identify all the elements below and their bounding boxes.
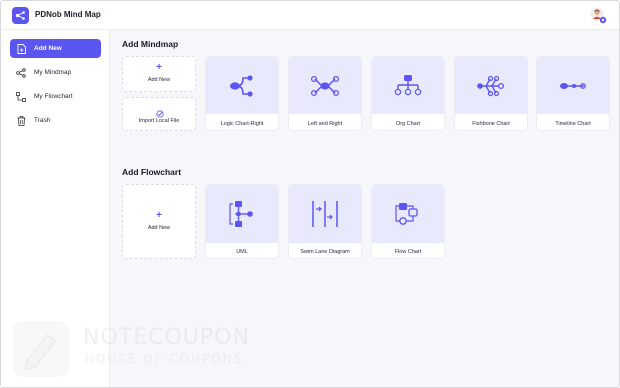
template-label: Timeline Chart	[555, 121, 591, 127]
swim-lane-icon	[312, 201, 338, 227]
template-thumbnail	[289, 185, 361, 243]
template-thumbnail	[372, 57, 444, 114]
sidebar-item-label: Add New	[34, 45, 62, 52]
template-label: Fishbone Chart	[472, 121, 510, 127]
section-title-mindmap: Add Mindmap	[122, 39, 179, 49]
sidebar-item-my-flowchart[interactable]: My Flowchart	[10, 87, 101, 106]
add-new-label: Add New	[147, 77, 171, 83]
template-swim-lane-diagram[interactable]: Swim Lane Diagram	[288, 184, 362, 259]
template-thumbnail	[455, 57, 527, 114]
template-timeline-chart[interactable]: Timeline Chart	[536, 56, 610, 131]
sidebar-item-label: My Mindmap	[34, 69, 72, 76]
template-label: Left and Right	[307, 121, 343, 127]
template-flow-chart[interactable]: Flow Chart	[371, 184, 445, 259]
watermark: NOTECOUPON HOUSE OF COUPONS	[13, 319, 253, 379]
flowchart-icon	[16, 91, 26, 102]
template-thumbnail	[289, 57, 361, 114]
watermark-pencil-icon	[13, 321, 69, 377]
template-uml[interactable]: UML	[205, 184, 279, 259]
add-new-mindmap-button[interactable]: + Add New	[122, 56, 196, 92]
template-logic-chart-right[interactable]: Logic Chart-Right	[205, 56, 279, 131]
trash-icon	[16, 115, 26, 126]
template-label: UML	[236, 249, 248, 255]
app-window: PDNob Mind Map Add New My Mindmap My Flo…	[0, 0, 620, 388]
fishbone-icon	[477, 75, 505, 96]
template-label: Flow Chart	[394, 249, 422, 255]
logic-chart-icon	[230, 74, 253, 97]
org-chart-icon	[394, 74, 422, 95]
template-org-chart[interactable]: Org Chart	[371, 56, 445, 131]
add-new-label: Add New	[147, 225, 171, 231]
sidebar-item-label: Trash	[34, 117, 51, 124]
template-thumbnail	[206, 185, 278, 243]
left-right-icon	[310, 75, 340, 96]
app-title: PDNob Mind Map	[35, 10, 101, 19]
sidebar-item-my-mindmap[interactable]: My Mindmap	[10, 63, 101, 82]
app-logo-icon	[12, 7, 29, 24]
timeline-icon	[560, 82, 586, 89]
plus-icon: +	[156, 210, 162, 221]
sidebar-item-add-new[interactable]: Add New	[10, 39, 101, 58]
add-new-flowchart-button[interactable]: + Add New	[122, 184, 196, 259]
user-avatar[interactable]	[590, 7, 607, 24]
template-thumbnail	[537, 57, 609, 114]
watermark-subtext: HOUSE OF COUPONS	[85, 352, 244, 366]
import-label: Import Local File	[138, 118, 180, 124]
plus-icon: +	[156, 62, 162, 73]
template-fishbone-chart[interactable]: Fishbone Chart	[454, 56, 528, 131]
import-local-file-button[interactable]: Import Local File	[122, 97, 196, 131]
template-left-and-right[interactable]: Left and Right	[288, 56, 362, 131]
section-title-flowchart: Add Flowchart	[122, 167, 182, 177]
template-thumbnail	[372, 185, 444, 243]
flow-chart-icon	[395, 203, 418, 225]
watermark-text: NOTECOUPON	[83, 325, 250, 350]
sidebar-item-label: My Flowchart	[34, 93, 73, 100]
template-label: Org Chart	[395, 121, 421, 127]
template-label: Logic Chart-Right	[220, 121, 264, 127]
uml-icon	[229, 201, 253, 227]
title-bar: PDNob Mind Map	[1, 1, 619, 30]
template-label: Swim Lane Diagram	[300, 249, 350, 255]
file-plus-icon	[16, 43, 26, 54]
sidebar-item-trash[interactable]: Trash	[10, 111, 101, 130]
share-nodes-icon	[16, 67, 26, 78]
template-thumbnail	[206, 57, 278, 114]
